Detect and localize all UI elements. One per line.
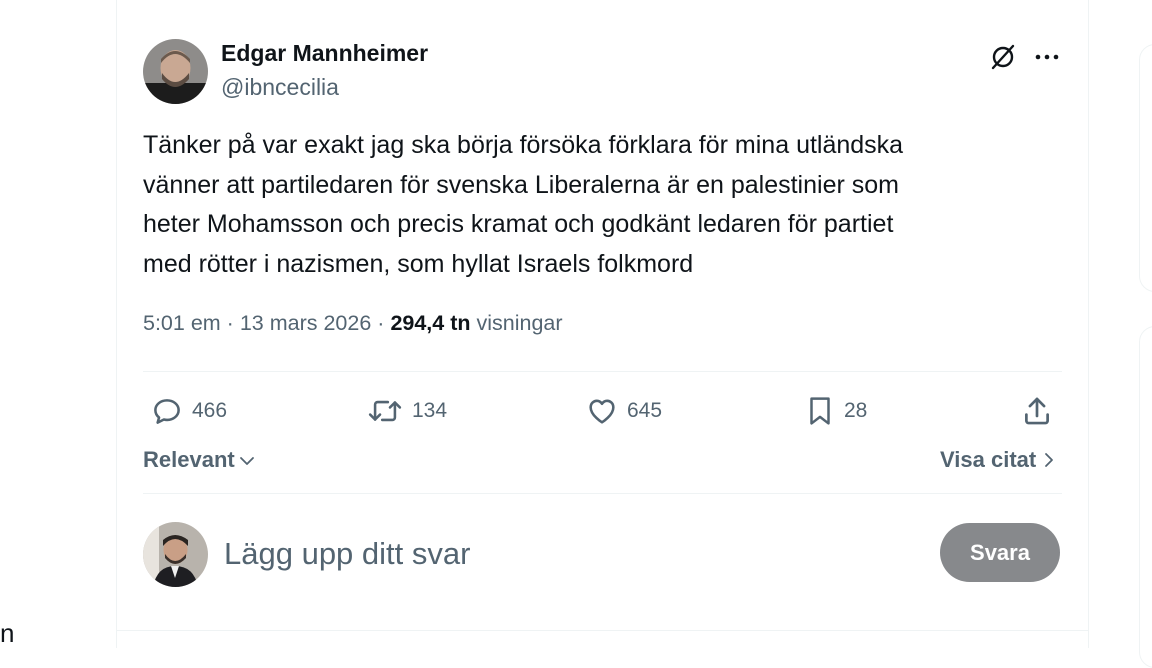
meta-separator: · — [377, 311, 385, 335]
view-quotes-link[interactable]: Visa citat — [940, 447, 1056, 473]
repost-button[interactable]: 134 — [366, 394, 447, 428]
author-name[interactable]: Edgar Mannheimer — [221, 40, 428, 67]
offscreen-text-fragment: n — [0, 618, 15, 648]
meta-separator: · — [226, 311, 234, 335]
views-count[interactable]: 294,4 tn — [390, 311, 470, 335]
sort-relevant-dropdown[interactable]: Relevant — [143, 447, 257, 473]
heart-icon — [589, 399, 615, 424]
bookmark-count: 28 — [844, 399, 868, 422]
current-user-avatar[interactable] — [143, 522, 208, 587]
author-avatar[interactable] — [143, 39, 208, 104]
sidebar-card — [1139, 326, 1152, 668]
divider — [143, 371, 1062, 372]
bookmark-icon — [810, 397, 830, 425]
column-border-right — [1088, 0, 1089, 648]
repost-icon — [368, 400, 402, 422]
view-quotes-label: Visa citat — [940, 447, 1037, 472]
tweet-text-line: vänner att partiledaren för svenska Libe… — [143, 170, 899, 199]
reply-submit-button[interactable]: Svara — [940, 523, 1060, 582]
timeline-divider — [116, 630, 1089, 631]
sort-relevant-label: Relevant — [143, 447, 235, 472]
reply-input[interactable] — [224, 532, 824, 576]
more-icon[interactable] — [1032, 42, 1062, 72]
reply-icon — [154, 399, 180, 424]
chevron-down-icon — [239, 457, 254, 465]
bookmark-button[interactable]: 28 — [804, 394, 867, 428]
divider — [143, 493, 1062, 494]
tweet-date[interactable]: 13 mars 2026 — [240, 311, 371, 335]
tweet-text-line: Tänker på var exakt jag ska börja försök… — [143, 131, 904, 159]
tweet-text-line: med rötter i nazismen, som hyllat Israel… — [143, 249, 694, 278]
repost-count: 134 — [412, 399, 448, 422]
views-label: visningar — [476, 311, 563, 335]
share-icon — [1025, 397, 1049, 425]
tweet-text: Tänker på var exakt jag ska börja försök… — [143, 126, 1043, 284]
like-button[interactable]: 645 — [585, 394, 662, 428]
tweet-meta: 5:01 em · 13 mars 2026 · 294,4 tn visnin… — [143, 311, 563, 336]
chevron-right-icon — [1045, 453, 1054, 467]
author-handle[interactable]: @ibncecilia — [221, 74, 339, 101]
share-button[interactable] — [1020, 394, 1054, 428]
tweet-time[interactable]: 5:01 em — [143, 311, 221, 335]
reply-button[interactable]: 466 — [150, 394, 227, 428]
column-border-left — [116, 0, 117, 648]
like-count: 645 — [627, 399, 663, 422]
reply-count: 466 — [192, 399, 228, 422]
grok-icon[interactable] — [988, 42, 1018, 72]
tweet-text-line: heter Mohamsson och precis kramat och go… — [143, 210, 894, 238]
sidebar-card — [1139, 44, 1152, 292]
